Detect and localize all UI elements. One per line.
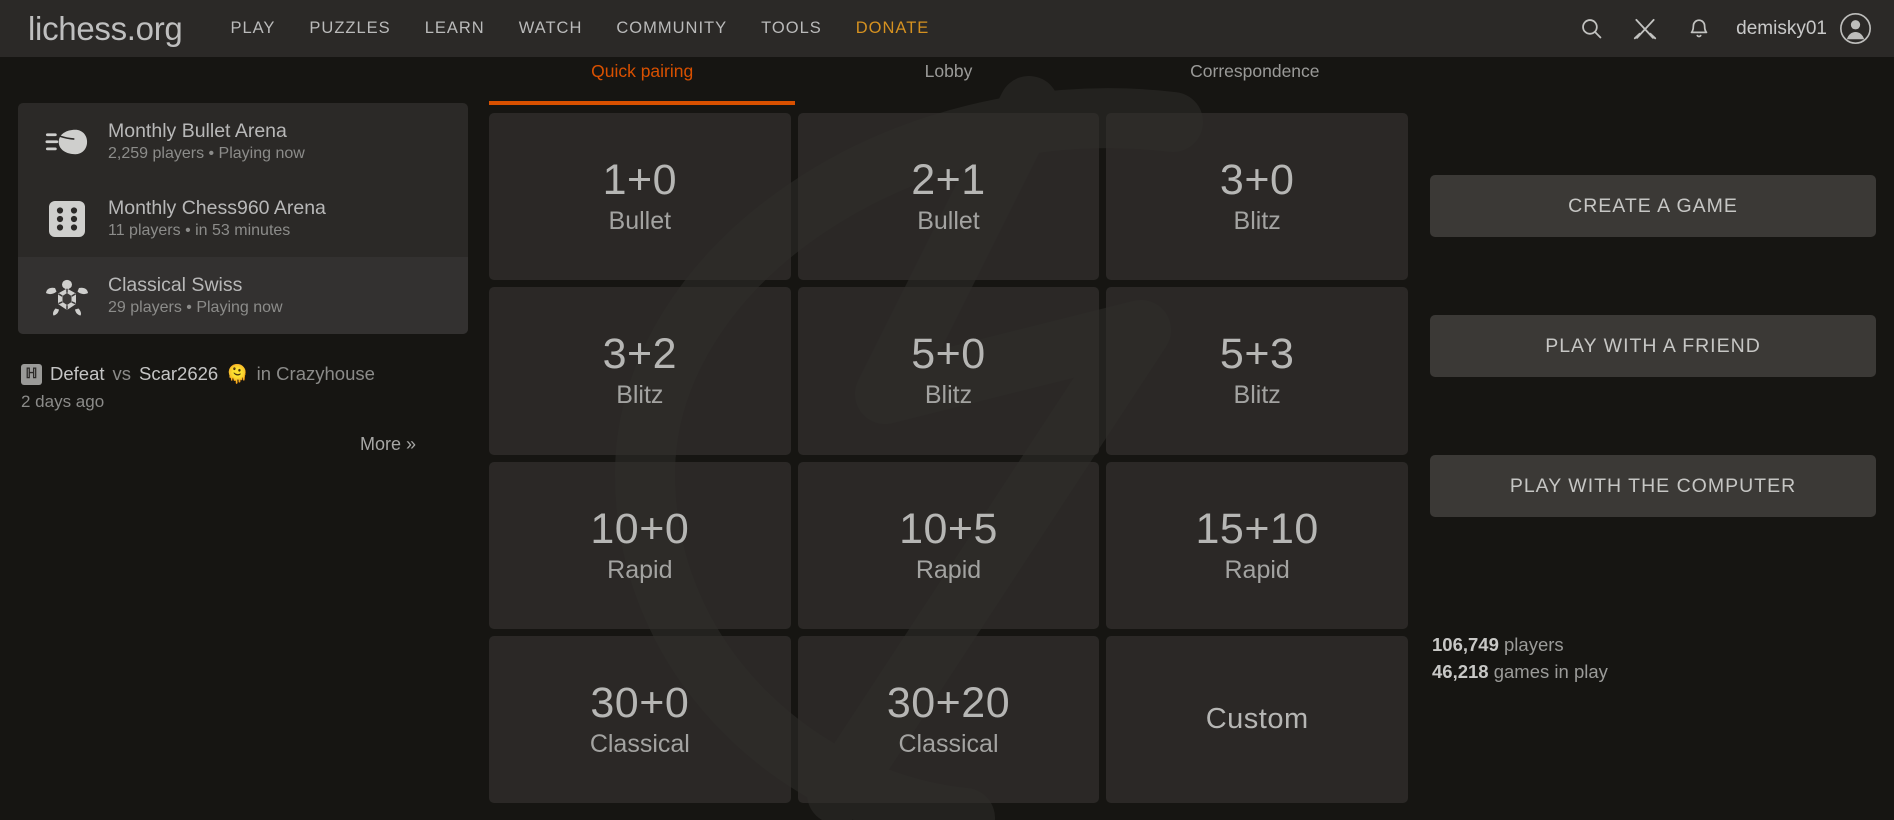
tournament-list: Monthly Bullet Arena 2,259 players • Pla… (18, 103, 468, 334)
tournament-text: Monthly Chess960 Arena 11 players • in 5… (108, 197, 326, 241)
pool-perf: Blitz (1233, 381, 1281, 410)
main-navigation: PLAY PUZZLES LEARN WATCH COMMUNITY TOOLS… (213, 13, 946, 44)
pool-clock: 1+0 (602, 156, 678, 205)
pool-15-10[interactable]: 15+10 Rapid (1106, 461, 1408, 629)
players-counter: 106,749 players (1432, 632, 1876, 659)
pool-clock: 3+0 (1219, 156, 1295, 205)
pool-5-3[interactable]: 5+3 Blitz (1106, 287, 1408, 455)
bell-icon[interactable] (1672, 9, 1726, 49)
nav-item-tools[interactable]: TOOLS (744, 13, 839, 44)
nav-item-community[interactable]: COMMUNITY (599, 13, 744, 44)
crossed-swords-icon[interactable] (1618, 9, 1672, 49)
tournament-subtitle: 11 players • in 53 minutes (108, 222, 291, 240)
pool-1-0[interactable]: 1+0 Bullet (489, 113, 791, 281)
pool-clock: 30+20 (886, 678, 1011, 727)
game-timestamp: 2 days ago (21, 392, 105, 411)
pool-clock: 2+1 (911, 156, 986, 205)
tournament-text: Classical Swiss 29 players • Playing now (108, 274, 283, 318)
nav-item-puzzles[interactable]: PUZZLES (292, 13, 407, 44)
pool-3-0[interactable]: 3+0 Blitz (1106, 113, 1408, 281)
game-result-line: ℍ Defeat vs Scar2626 🫠 in Crazyhouse (21, 363, 468, 385)
players-count-label: players (1498, 634, 1564, 655)
tournament-row-bullet-arena[interactable]: Monthly Bullet Arena 2,259 players • Pla… (18, 103, 468, 180)
pool-clock: Custom (1205, 702, 1309, 735)
pool-clock: 5+0 (911, 330, 986, 379)
tournament-subtitle: 2,259 players • Playing now (108, 145, 305, 163)
tournament-name: Monthly Chess960 Arena (108, 196, 326, 219)
players-count-value: 106,749 (1432, 634, 1499, 655)
tab-label: Lobby (924, 61, 973, 81)
tab-label: Correspondence (1190, 61, 1320, 81)
pool-clock: 15+10 (1195, 504, 1319, 553)
games-counter: 46,218 games in play (1432, 659, 1876, 686)
pool-perf: Classical (898, 729, 999, 758)
pool-perf: Blitz (616, 381, 664, 410)
search-icon[interactable] (1564, 9, 1618, 49)
pool-perf: Blitz (1233, 207, 1281, 236)
tab-correspondence[interactable]: Correspondence (1102, 57, 1408, 103)
tournament-row-classical-swiss[interactable]: Classical Swiss 29 players • Playing now (18, 257, 468, 334)
tournament-text: Monthly Bullet Arena 2,259 players • Pla… (108, 120, 305, 164)
tournament-name: Monthly Bullet Arena (108, 119, 287, 142)
quick-pairing-area: 1+0 Bullet 2+1 Bullet 3+0 Blitz 3+2 Blit… (489, 76, 1408, 820)
username-label[interactable]: demisky01 (1736, 18, 1827, 40)
nav-item-watch[interactable]: WATCH (502, 13, 600, 44)
nav-item-donate[interactable]: DONATE (839, 13, 947, 44)
games-count-label: games in play (1488, 660, 1608, 682)
pool-perf: Classical (589, 729, 690, 758)
game-result-vs: vs (112, 363, 132, 384)
bullet-icon (40, 125, 94, 159)
nav-item-learn[interactable]: LEARN (408, 13, 502, 44)
game-result-variant: in Crazyhouse (256, 363, 375, 384)
pool-clock: 5+3 (1219, 330, 1295, 379)
pool-clock: 30+0 (590, 678, 690, 727)
pool-3-2[interactable]: 3+2 Blitz (489, 287, 791, 455)
play-with-a-friend-button[interactable]: PLAY WITH A FRIEND (1430, 315, 1876, 377)
site-counters: 106,749 players 46,218 games in play (1430, 632, 1876, 686)
pool-clock: 10+5 (899, 504, 998, 553)
left-sidebar: Monthly Bullet Arena 2,259 players • Pla… (18, 103, 468, 455)
pool-clock: 3+2 (602, 330, 678, 379)
pool-perf: Bullet (917, 207, 980, 236)
create-a-game-button[interactable]: CREATE A GAME (1430, 175, 1876, 237)
game-result-opponent: Scar2626 (139, 363, 219, 384)
pool-10-5[interactable]: 10+5 Rapid (797, 461, 1100, 629)
tab-quick-pairing[interactable]: Quick pairing (489, 57, 796, 105)
games-count-value: 46,218 (1432, 660, 1489, 682)
pool-30-0[interactable]: 30+0 Classical (489, 635, 791, 803)
site-header: lichess.org PLAY PUZZLES LEARN WATCH COM… (0, 0, 1894, 57)
pool-5-0[interactable]: 5+0 Blitz (797, 287, 1100, 455)
pool-perf: Rapid (1224, 555, 1290, 584)
pool-perf: Bullet (608, 207, 672, 236)
quick-pairing-grid: 1+0 Bullet 2+1 Bullet 3+0 Blitz 3+2 Blit… (489, 113, 1408, 803)
emoji-icon: 🫠 (226, 363, 249, 384)
pool-clock: 10+0 (590, 504, 690, 553)
nav-item-play[interactable]: PLAY (213, 13, 292, 44)
right-action-column: CREATE A GAME PLAY WITH A FRIEND PLAY WI… (1430, 113, 1876, 686)
turtle-icon (40, 276, 94, 316)
dice-icon (40, 199, 94, 239)
play-with-computer-button[interactable]: PLAY WITH THE COMPUTER (1430, 455, 1876, 517)
tournament-subtitle: 29 players • Playing now (108, 299, 283, 317)
pool-perf: Blitz (924, 381, 973, 410)
pool-perf: Rapid (915, 555, 982, 584)
pool-2-1[interactable]: 2+1 Bullet (797, 113, 1100, 281)
tournament-row-chess960-arena[interactable]: Monthly Chess960 Arena 11 players • in 5… (18, 180, 468, 257)
tab-label: Quick pairing (591, 61, 694, 81)
recent-game-result[interactable]: ℍ Defeat vs Scar2626 🫠 in Crazyhouse 2 d… (18, 363, 468, 412)
site-logo-title[interactable]: lichess.org (28, 10, 183, 48)
tab-lobby[interactable]: Lobby (795, 57, 1101, 103)
pool-30-20[interactable]: 30+20 Classical (797, 635, 1100, 803)
tournament-name: Classical Swiss (108, 273, 243, 296)
header-right-cluster: demisky01 (1564, 9, 1894, 49)
lobby-tabs: Quick pairing Lobby Correspondence (489, 57, 1408, 105)
more-link[interactable]: More » (18, 434, 468, 455)
user-avatar-icon[interactable] (1839, 12, 1872, 45)
pool-custom[interactable]: Custom (1106, 635, 1408, 803)
crazyhouse-icon: ℍ (21, 363, 42, 385)
pool-perf: Rapid (607, 555, 673, 584)
game-result-outcome: Defeat (50, 363, 105, 384)
pool-10-0[interactable]: 10+0 Rapid (489, 461, 791, 629)
